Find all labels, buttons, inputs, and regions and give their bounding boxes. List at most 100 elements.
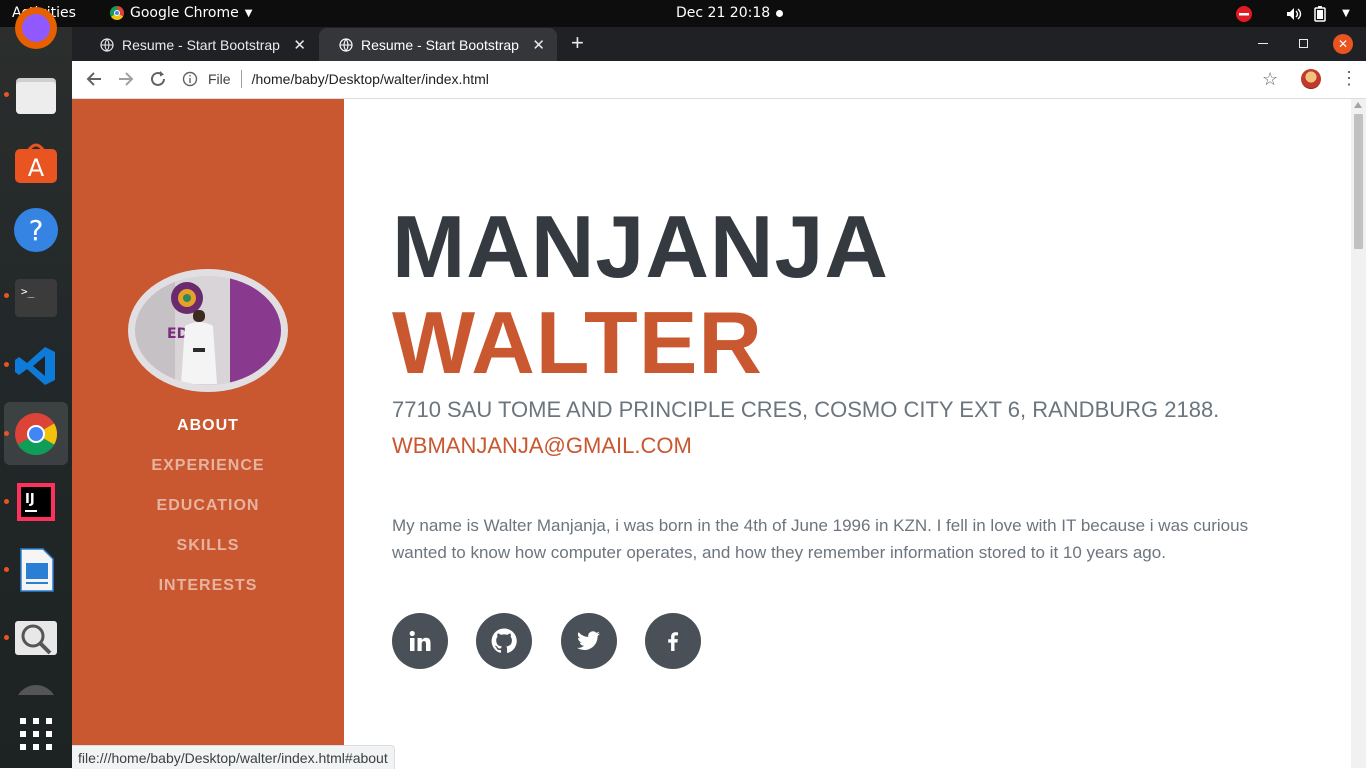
more-menu-icon[interactable]: ⋮ [1340,69,1358,87]
dock-item-libreoffice-writer[interactable] [13,547,59,593]
dock-item-firefox[interactable] [13,5,59,51]
firefox-icon [15,7,57,49]
tab-title: Resume - Start Bootstrap [122,36,280,53]
svg-text:>_: >_ [21,285,35,298]
chrome-icon [15,413,58,456]
restore-icon[interactable] [1299,39,1308,48]
running-indicator [4,431,9,436]
globe-icon [339,37,353,52]
dock-item-help[interactable]: ? [13,207,59,253]
nav-link-education[interactable]: EDUCATION [72,497,344,515]
address-bar[interactable]: File /home/baby/Desktop/walter/index.htm… [182,65,1306,93]
tab-resume-2[interactable]: Resume - Start Bootstrap ✕ [319,28,557,61]
globe-icon [100,37,114,52]
dock-item-ubuntu-software[interactable]: A [13,139,59,185]
reload-button[interactable] [149,70,167,93]
browser-toolbar: File /home/baby/Desktop/walter/index.htm… [72,61,1366,99]
ubuntu-software-icon: A [15,143,57,183]
twitter-button[interactable] [561,613,617,669]
dock-item-image-viewer[interactable] [13,615,59,661]
tab-title: Resume - Start Bootstrap [361,36,519,53]
files-icon [16,78,56,114]
nav-link-experience[interactable]: EXPERIENCE [72,457,344,475]
system-tray[interactable]: ▼ [1236,0,1366,27]
facebook-icon [668,632,678,651]
chrome-icon [110,6,124,20]
dock-item-chrome[interactable] [13,411,59,457]
app-menu[interactable]: Google Chrome ▼ [110,5,252,21]
image-viewer-icon [15,621,57,655]
reload-icon [151,71,165,86]
dock: A ? >_ IJ [0,7,72,768]
show-applications-button[interactable] [13,711,59,757]
linkedin-icon [409,630,431,651]
minimize-icon[interactable] [1258,43,1268,44]
terminal-icon: >_ [15,279,57,317]
last-name-heading: WALTER [392,293,763,392]
url-text[interactable]: /home/baby/Desktop/walter/index.html [252,71,489,87]
close-icon[interactable]: ✕ [532,36,545,54]
email-link[interactable]: WBMANJANJA@GMAIL.COM [392,433,692,459]
grid-icon [20,718,52,750]
dock-item-files[interactable] [13,72,59,118]
do-not-disturb-icon[interactable] [1236,5,1252,22]
link-status-bubble: file:///home/baby/Desktop/walter/index.h… [72,745,395,769]
system-menu-chevron-icon[interactable]: ▼ [1338,6,1354,22]
chevron-down-icon: ▼ [244,7,253,19]
tab-resume-1[interactable]: Resume - Start Bootstrap ✕ [80,28,318,61]
sidebar: ED ABOUT EXPERIENCE EDUCATION SKILLS INT… [72,99,344,768]
github-icon [491,628,517,653]
linkedin-button[interactable] [392,613,448,669]
arrow-left-icon [86,72,101,86]
nav-link-skills[interactable]: SKILLS [72,537,344,555]
twitter-icon [577,631,600,650]
github-button[interactable] [476,613,532,669]
vscode-icon [15,347,55,385]
profile-photo: ED [128,269,288,392]
intellij-icon: IJ [17,483,55,521]
about-section: MANJANJA WALTER 7710 SAU TOME AND PRINCI… [344,99,1351,768]
help-icon: ? [14,208,58,252]
volume-icon[interactable] [1286,6,1302,22]
app-menu-label: Google Chrome [130,5,239,21]
nav-link-interests[interactable]: INTERESTS [72,577,344,595]
running-indicator [4,92,9,97]
clock[interactable]: Dec 21 20:18 [676,5,770,21]
scheme-label: File [208,71,231,87]
first-name-heading: MANJANJA [392,197,889,296]
nav-link-about[interactable]: ABOUT [72,417,344,435]
running-indicator [4,635,9,640]
system-top-bar: Activities Google Chrome ▼ Dec 21 20:18 … [0,0,1366,27]
dock-item-terminal[interactable]: >_ [13,275,59,321]
facebook-button[interactable] [645,613,701,669]
about-paragraph: My name is Walter Manjanja, i was born i… [392,516,1249,562]
tab-strip: Resume - Start Bootstrap ✕ Resume - Star… [72,27,1366,61]
dock-item-vscode[interactable] [13,343,59,389]
svg-text:IJ: IJ [25,492,35,507]
info-icon[interactable] [182,71,198,87]
profile-avatar[interactable] [1301,69,1321,89]
arrow-right-icon [119,72,134,86]
running-indicator [4,362,9,367]
running-indicator [4,499,9,504]
address-text: 7710 SAU TOME AND PRINCIPLE CRES, COSMO … [392,397,1220,422]
new-tab-button[interactable]: + [571,30,584,56]
profile-photo-image: ED [135,276,281,385]
back-button[interactable] [85,70,103,93]
scrollbar-thumb[interactable] [1354,114,1363,249]
dock-item-intellij[interactable]: IJ [13,479,59,525]
svg-text:?: ? [29,214,44,247]
close-icon[interactable]: ✕ [293,36,306,54]
running-indicator [4,293,9,298]
dock-item-partial[interactable] [13,683,59,695]
battery-icon[interactable] [1312,5,1328,22]
notification-dot-icon [776,10,783,17]
bookmark-star-icon[interactable]: ☆ [1262,69,1278,90]
close-window-button[interactable]: ✕ [1333,34,1353,54]
scroll-up-arrow-icon[interactable] [1354,102,1362,108]
divider [240,70,242,88]
page-scrollbar[interactable] [1351,99,1366,768]
close-icon: ✕ [1337,37,1349,51]
forward-button[interactable] [117,70,135,93]
writer-icon [20,548,54,592]
